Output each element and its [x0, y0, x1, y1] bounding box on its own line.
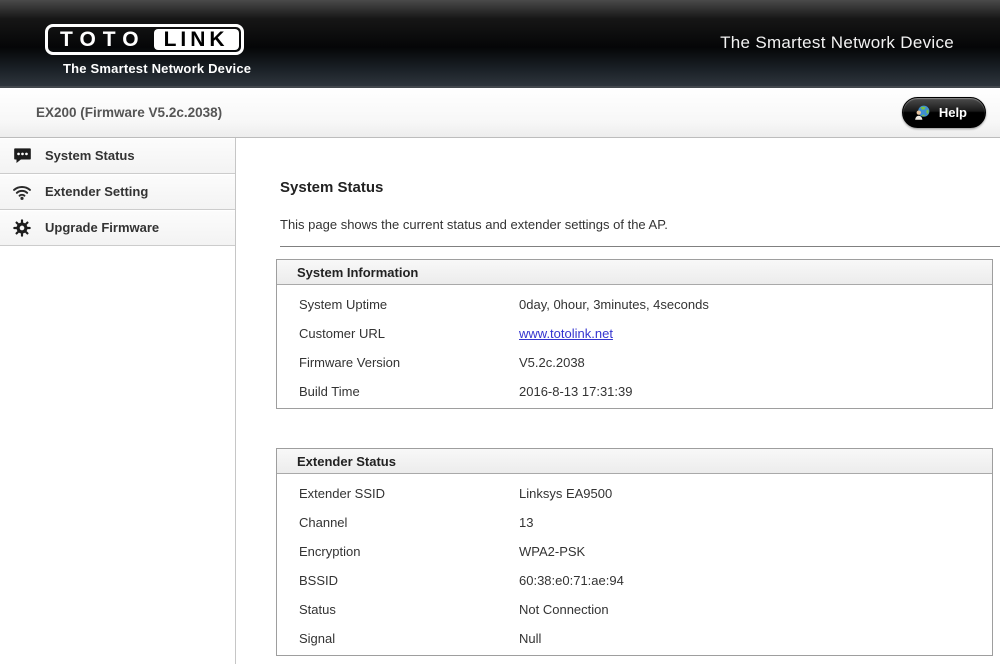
device-firmware-label: EX200 (Firmware V5.2c.2038): [36, 105, 222, 120]
row-label: Status: [277, 602, 519, 617]
sidebar-item-extender-setting[interactable]: Extender Setting: [0, 174, 235, 210]
row-label: Encryption: [277, 544, 519, 559]
help-button[interactable]: Help: [902, 97, 986, 128]
panel-rows: System Uptime 0day, 0hour, 3minutes, 4se…: [277, 285, 992, 408]
header-tagline: The Smartest Network Device: [720, 33, 954, 53]
sidebar-item-system-status[interactable]: System Status: [0, 138, 235, 174]
chat-icon: [12, 146, 32, 166]
logo-tagline: The Smartest Network Device: [63, 61, 251, 76]
help-globe-person-icon: [913, 104, 931, 122]
row-value: 60:38:e0:71:ae:94: [519, 573, 624, 588]
table-row: BSSID 60:38:e0:71:ae:94: [277, 566, 992, 595]
row-label: Build Time: [277, 384, 519, 399]
row-value: Not Connection: [519, 602, 609, 617]
main-content: System Status This page shows the curren…: [236, 138, 1000, 664]
table-row: Status Not Connection: [277, 595, 992, 624]
system-information-panel: System Information System Uptime 0day, 0…: [276, 259, 993, 409]
sidebar-item-label: Extender Setting: [45, 184, 148, 199]
extender-status-panel: Extender Status Extender SSID Linksys EA…: [276, 448, 993, 656]
row-value: Null: [519, 631, 541, 646]
page-description: This page shows the current status and e…: [280, 217, 1000, 232]
panel-rows: Extender SSID Linksys EA9500 Channel 13 …: [277, 474, 992, 655]
row-value: 13: [519, 515, 533, 530]
body: System Status Extender Setting: [0, 138, 1000, 664]
help-button-label: Help: [939, 105, 967, 120]
table-row: Customer URL www.totolink.net: [277, 319, 992, 348]
wifi-icon: [12, 182, 32, 202]
divider: [280, 246, 1000, 247]
totolink-logo: TOTO LINK The Smartest Network Device: [45, 24, 251, 76]
gear-icon: [12, 218, 32, 238]
row-label: Channel: [277, 515, 519, 530]
page-title: System Status: [280, 179, 1000, 196]
customer-url-link[interactable]: www.totolink.net: [519, 326, 613, 341]
logo-toto-text: TOTO: [48, 27, 152, 52]
table-row: Extender SSID Linksys EA9500: [277, 479, 992, 508]
row-label: System Uptime: [277, 297, 519, 312]
page: TOTO LINK The Smartest Network Device Th…: [0, 0, 1000, 666]
app-header: TOTO LINK The Smartest Network Device Th…: [0, 0, 1000, 88]
row-value: WPA2-PSK: [519, 544, 585, 559]
logo-box: TOTO LINK: [45, 24, 244, 55]
subheader-bar: EX200 (Firmware V5.2c.2038) Help: [0, 88, 1000, 138]
logo-link-text: LINK: [154, 29, 239, 50]
table-row: System Uptime 0day, 0hour, 3minutes, 4se…: [277, 290, 992, 319]
table-row: Firmware Version V5.2c.2038: [277, 348, 992, 377]
row-label: Extender SSID: [277, 486, 519, 501]
row-label: BSSID: [277, 573, 519, 588]
row-label: Signal: [277, 631, 519, 646]
row-value: V5.2c.2038: [519, 355, 585, 370]
table-row: Signal Null: [277, 624, 992, 653]
panel-header: System Information: [277, 260, 992, 285]
table-row: Channel 13: [277, 508, 992, 537]
table-row: Build Time 2016-8-13 17:31:39: [277, 377, 992, 406]
sidebar-item-upgrade-firmware[interactable]: Upgrade Firmware: [0, 210, 235, 246]
panel-header: Extender Status: [277, 449, 992, 474]
row-label: Firmware Version: [277, 355, 519, 370]
sidebar-item-label: Upgrade Firmware: [45, 220, 159, 235]
table-row: Encryption WPA2-PSK: [277, 537, 992, 566]
row-label: Customer URL: [277, 326, 519, 341]
row-value: Linksys EA9500: [519, 486, 612, 501]
row-value: 0day, 0hour, 3minutes, 4seconds: [519, 297, 709, 312]
sidebar-item-label: System Status: [45, 148, 135, 163]
sidebar: System Status Extender Setting: [0, 138, 236, 664]
row-value: 2016-8-13 17:31:39: [519, 384, 632, 399]
